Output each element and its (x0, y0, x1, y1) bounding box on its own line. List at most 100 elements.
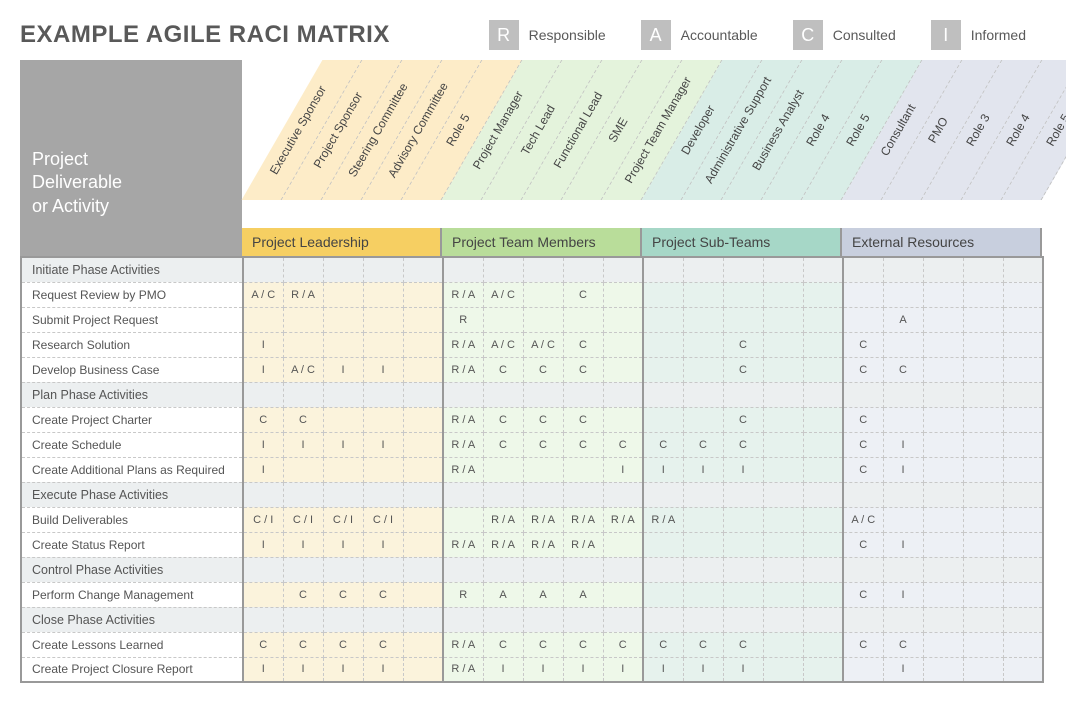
raci-cell (523, 257, 563, 282)
activity-row: Build DeliverablesC / IC / IC / IC / IR … (21, 507, 1043, 532)
raci-cell (243, 557, 283, 582)
raci-cell (963, 257, 1003, 282)
raci-cell (603, 557, 643, 582)
raci-cell: I (483, 657, 523, 682)
raci-cell: C (283, 407, 323, 432)
raci-cell (403, 432, 443, 457)
raci-cell (803, 257, 843, 282)
raci-cell: I (243, 332, 283, 357)
raci-cell (283, 307, 323, 332)
raci-cell (483, 457, 523, 482)
raci-cell (803, 332, 843, 357)
raci-cell (963, 632, 1003, 657)
raci-cell (643, 257, 683, 282)
raci-cell (603, 357, 643, 382)
raci-cell (923, 507, 963, 532)
raci-cell (243, 582, 283, 607)
raci-cell: A (883, 307, 923, 332)
raci-cell: I (243, 457, 283, 482)
raci-cell (363, 407, 403, 432)
raci-cell (763, 632, 803, 657)
raci-cell (403, 357, 443, 382)
raci-cell (683, 357, 723, 382)
raci-cell: C (563, 407, 603, 432)
raci-cell: C (843, 532, 883, 557)
raci-cell (763, 482, 803, 507)
raci-cell (643, 482, 683, 507)
raci-cell (683, 332, 723, 357)
raci-cell: C (363, 582, 403, 607)
raci-cell (763, 507, 803, 532)
raci-cell: C (603, 632, 643, 657)
raci-cell: I (283, 532, 323, 557)
raci-cell (323, 282, 363, 307)
raci-cell: R / A (563, 532, 603, 557)
raci-cell (363, 557, 403, 582)
raci-cell (683, 607, 723, 632)
raci-cell: R / A (283, 282, 323, 307)
raci-cell (683, 532, 723, 557)
raci-cell: C (483, 357, 523, 382)
row-label: Research Solution (21, 332, 243, 357)
raci-cell: I (323, 432, 363, 457)
raci-cell (643, 307, 683, 332)
raci-cell: I (243, 532, 283, 557)
raci-cell (803, 407, 843, 432)
phase-row: Execute Phase Activities (21, 482, 1043, 507)
raci-cell (843, 282, 883, 307)
raci-cell (883, 282, 923, 307)
raci-cell: C (523, 432, 563, 457)
raci-cell (763, 457, 803, 482)
raci-cell (243, 307, 283, 332)
raci-cell: R (443, 582, 483, 607)
raci-cell: I (283, 432, 323, 457)
raci-cell (563, 257, 603, 282)
raci-cell (323, 457, 363, 482)
raci-cell (803, 307, 843, 332)
raci-cell (803, 457, 843, 482)
activity-row: Create Project CharterCCR / ACCCCC (21, 407, 1043, 432)
legend-letter: I (931, 20, 961, 50)
raci-cell: I (323, 657, 363, 682)
raci-cell (883, 557, 923, 582)
raci-cell (923, 357, 963, 382)
raci-cell (723, 257, 763, 282)
raci-cell (603, 532, 643, 557)
raci-cell (323, 482, 363, 507)
raci-cell (803, 657, 843, 682)
raci-cell (1003, 557, 1043, 582)
row-label: Create Project Charter (21, 407, 243, 432)
row-label: Plan Phase Activities (21, 382, 243, 407)
activity-row: Request Review by PMOA / CR / AR / AA / … (21, 282, 1043, 307)
raci-cell (883, 257, 923, 282)
raci-cell: I (363, 432, 403, 457)
raci-cell (923, 607, 963, 632)
raci-cell (683, 257, 723, 282)
raci-cell (843, 307, 883, 332)
raci-cell (1003, 432, 1043, 457)
legend-item: CConsulted (793, 20, 896, 50)
raci-cell (443, 607, 483, 632)
raci-cell: C (723, 407, 763, 432)
raci-cell: I (883, 432, 923, 457)
raci-cell (523, 482, 563, 507)
activity-row: Create Lessons LearnedCCCCR / ACCCCCCCCC (21, 632, 1043, 657)
raci-cell (403, 482, 443, 507)
raci-cell: C / I (283, 507, 323, 532)
raci-cell: C (643, 632, 683, 657)
raci-cell: C (843, 357, 883, 382)
raci-cell (603, 307, 643, 332)
raci-cell (283, 332, 323, 357)
raci-cell: A (563, 582, 603, 607)
raci-cell (723, 532, 763, 557)
legend-label: Informed (971, 27, 1026, 43)
raci-cell (403, 532, 443, 557)
raci-cell: A / C (523, 332, 563, 357)
legend-label: Consulted (833, 27, 896, 43)
raci-cell: C (483, 407, 523, 432)
raci-cell (763, 332, 803, 357)
raci-cell (803, 282, 843, 307)
raci-grid: Initiate Phase ActivitiesRequest Review … (20, 256, 1044, 683)
raci-cell: R / A (643, 507, 683, 532)
raci-cell (763, 582, 803, 607)
